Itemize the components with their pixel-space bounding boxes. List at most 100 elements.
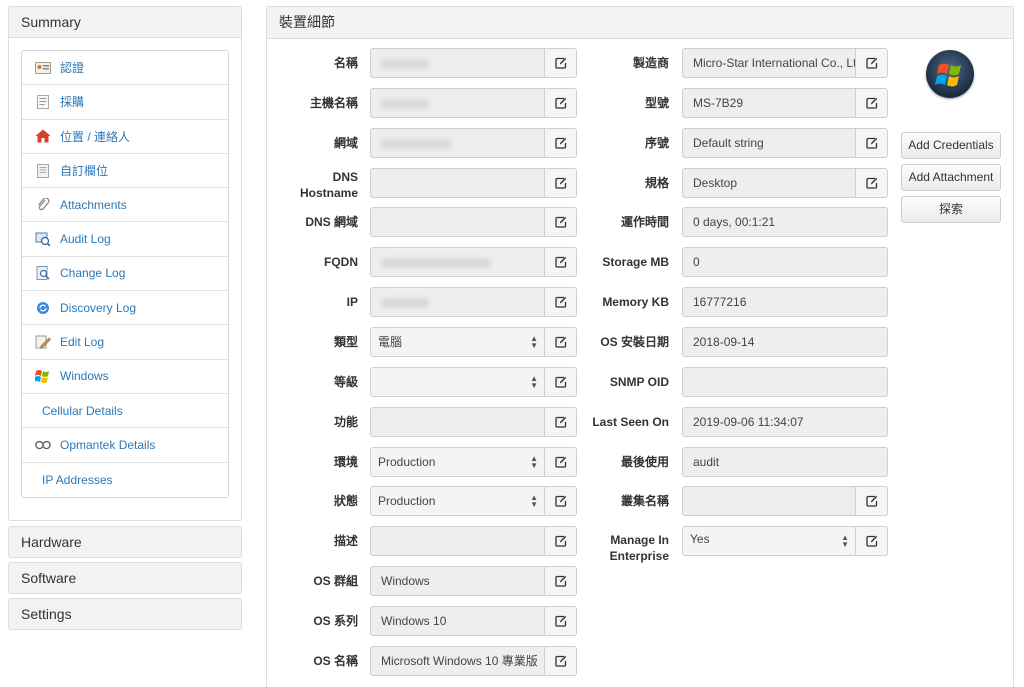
left-field-11-select[interactable]: Production ▲ ▼ bbox=[370, 486, 545, 516]
left-field-15-label: OS 名稱 bbox=[313, 654, 358, 668]
id-card-icon bbox=[35, 61, 51, 75]
add-attachment-button[interactable]: Add Attachment bbox=[901, 164, 1001, 191]
left-field-2-label: 網域 bbox=[333, 136, 358, 150]
section-settings[interactable]: Settings bbox=[8, 598, 242, 630]
sidebar-item-6[interactable]: Change Log bbox=[22, 257, 228, 292]
left-field-3-label: DNS Hostname bbox=[299, 170, 358, 200]
field-value: MS-7B29 bbox=[693, 96, 744, 110]
left-field-15-edit-icon[interactable] bbox=[545, 646, 577, 676]
add-credentials-button[interactable]: Add Credentials bbox=[901, 132, 1001, 159]
sidebar-item-2[interactable]: 位置 / 連絡人 bbox=[22, 120, 228, 154]
sidebar-item-label: Attachments bbox=[60, 197, 127, 212]
left-field-1-input[interactable] bbox=[370, 88, 545, 118]
right-field-4-label: 運作時間 bbox=[620, 215, 669, 229]
left-field-5-input[interactable] bbox=[370, 247, 545, 277]
section-settings-label: Settings bbox=[21, 606, 72, 622]
sidebar-item-9[interactable]: Windows bbox=[22, 360, 228, 394]
left-field-12-label: 描述 bbox=[333, 534, 358, 548]
left-field-13-input[interactable]: Windows bbox=[370, 566, 545, 596]
left-field-4-input[interactable] bbox=[370, 207, 545, 237]
device-details-header: 裝置細節 bbox=[267, 7, 1013, 39]
sidebar-item-0[interactable]: 認證 bbox=[22, 51, 228, 86]
sidebar-item-label: Opmantek Details bbox=[60, 437, 156, 452]
left-field-14-edit-icon[interactable] bbox=[545, 606, 577, 636]
field-value: audit bbox=[693, 455, 720, 469]
left-field-6-label: IP bbox=[346, 295, 358, 309]
sidebar-item-label: 位置 / 連絡人 bbox=[60, 129, 131, 144]
right-field-4-input[interactable]: 0 days, 00:1:21 bbox=[682, 207, 888, 237]
sidebar-item-3[interactable]: 自訂欄位 bbox=[22, 154, 228, 189]
section-software[interactable]: Software bbox=[8, 562, 242, 594]
left-field-7-select[interactable]: 電腦 ▲ ▼ bbox=[370, 327, 545, 357]
right-field-3-input[interactable]: Desktop bbox=[682, 168, 856, 198]
field-value: Production bbox=[378, 494, 436, 508]
right-field-12-edit-icon[interactable] bbox=[856, 526, 888, 556]
summary-header[interactable]: Summary bbox=[8, 6, 242, 38]
field-value: Windows bbox=[381, 574, 430, 588]
right-field-8-input[interactable] bbox=[682, 367, 888, 397]
field-value: Default string bbox=[693, 136, 764, 150]
left-field-0-label: 名稱 bbox=[333, 56, 358, 70]
left-field-1-label: 主機名稱 bbox=[309, 96, 358, 110]
right-field-11-input[interactable] bbox=[682, 486, 856, 516]
discover-button[interactable]: 探索 bbox=[901, 196, 1001, 223]
field-value: 2018-09-14 bbox=[693, 335, 755, 349]
redacted-value bbox=[381, 297, 429, 308]
document-icon bbox=[35, 163, 51, 178]
sidebar-item-label: 自訂欄位 bbox=[60, 164, 109, 179]
right-field-10-input[interactable]: audit bbox=[682, 447, 888, 477]
right-field-12-select[interactable]: Yes ▲ ▼ bbox=[682, 526, 856, 556]
right-field-3-edit-icon[interactable] bbox=[856, 168, 888, 198]
right-field-2-label: 序號 bbox=[644, 136, 669, 150]
field-value: Windows 10 bbox=[381, 614, 447, 628]
left-field-10-select[interactable]: Production ▲ ▼ bbox=[370, 447, 545, 477]
sidebar-item-4[interactable]: Attachments bbox=[22, 188, 228, 223]
paperclip-icon bbox=[35, 197, 51, 212]
right-field-7-input[interactable]: 2018-09-14 bbox=[682, 327, 888, 357]
right-field-0-edit-icon[interactable] bbox=[856, 48, 888, 78]
field-value: Production bbox=[378, 455, 436, 469]
select-arrows-icon: ▲ ▼ bbox=[530, 454, 538, 470]
left-field-3-input[interactable] bbox=[370, 168, 545, 198]
right-field-0-input[interactable]: Micro-Star International Co., Lt bbox=[682, 48, 856, 78]
opmantek-icon bbox=[35, 438, 51, 452]
right-field-1-input[interactable]: MS-7B29 bbox=[682, 88, 856, 118]
sidebar-item-11[interactable]: Opmantek Details bbox=[22, 428, 228, 463]
redacted-value bbox=[381, 257, 491, 268]
sidebar-item-7[interactable]: Discovery Log bbox=[22, 291, 228, 326]
magnifier-doc-icon bbox=[35, 266, 51, 281]
right-field-5-input[interactable]: 0 bbox=[682, 247, 888, 277]
right-field-9-input[interactable]: 2019-09-06 11:34:07 bbox=[682, 407, 888, 437]
left-field-6-input[interactable] bbox=[370, 287, 545, 317]
sidebar-item-label: Audit Log bbox=[60, 232, 111, 247]
left-field-0-input[interactable] bbox=[370, 48, 545, 78]
sidebar-item-5[interactable]: Audit Log bbox=[22, 222, 228, 257]
field-value: Desktop bbox=[693, 176, 738, 190]
right-field-6-input[interactable]: 16777216 bbox=[682, 287, 888, 317]
left-field-14-input[interactable]: Windows 10 bbox=[370, 606, 545, 636]
right-field-2-edit-icon[interactable] bbox=[856, 128, 888, 158]
left-field-12-input[interactable] bbox=[370, 526, 545, 556]
right-field-8-label: SNMP OID bbox=[609, 375, 669, 389]
sidebar-item-1[interactable]: 採購 bbox=[22, 85, 228, 120]
sidebar: Summary 認證 採購位置 / 連絡人 自訂欄位 Attachments Audit… bbox=[8, 6, 242, 521]
redacted-value bbox=[381, 98, 429, 109]
left-field-8-select[interactable]: ▲ ▼ bbox=[370, 367, 545, 397]
sidebar-item-12[interactable]: IP Addresses bbox=[22, 463, 228, 497]
right-field-3-label: 規格 bbox=[644, 176, 669, 190]
right-field-1-label: 型號 bbox=[644, 96, 669, 110]
left-field-9-input[interactable] bbox=[370, 407, 545, 437]
right-field-1-edit-icon[interactable] bbox=[856, 88, 888, 118]
sidebar-item-10[interactable]: Cellular Details bbox=[22, 394, 228, 429]
right-field-2-input[interactable]: Default string bbox=[682, 128, 856, 158]
left-field-12-edit-icon[interactable] bbox=[545, 526, 577, 556]
left-field-15-input[interactable]: Microsoft Windows 10 專業版 bbox=[370, 646, 545, 676]
right-field-5-label: Storage MB bbox=[602, 255, 669, 269]
left-field-4-label: DNS 網域 bbox=[305, 215, 358, 229]
right-field-11-edit-icon[interactable] bbox=[856, 486, 888, 516]
left-field-2-input[interactable] bbox=[370, 128, 545, 158]
left-field-10-label: 環境 bbox=[333, 455, 358, 469]
left-field-13-edit-icon[interactable] bbox=[545, 566, 577, 596]
sidebar-item-8[interactable]: Edit Log bbox=[22, 325, 228, 360]
section-hardware[interactable]: Hardware bbox=[8, 526, 242, 558]
